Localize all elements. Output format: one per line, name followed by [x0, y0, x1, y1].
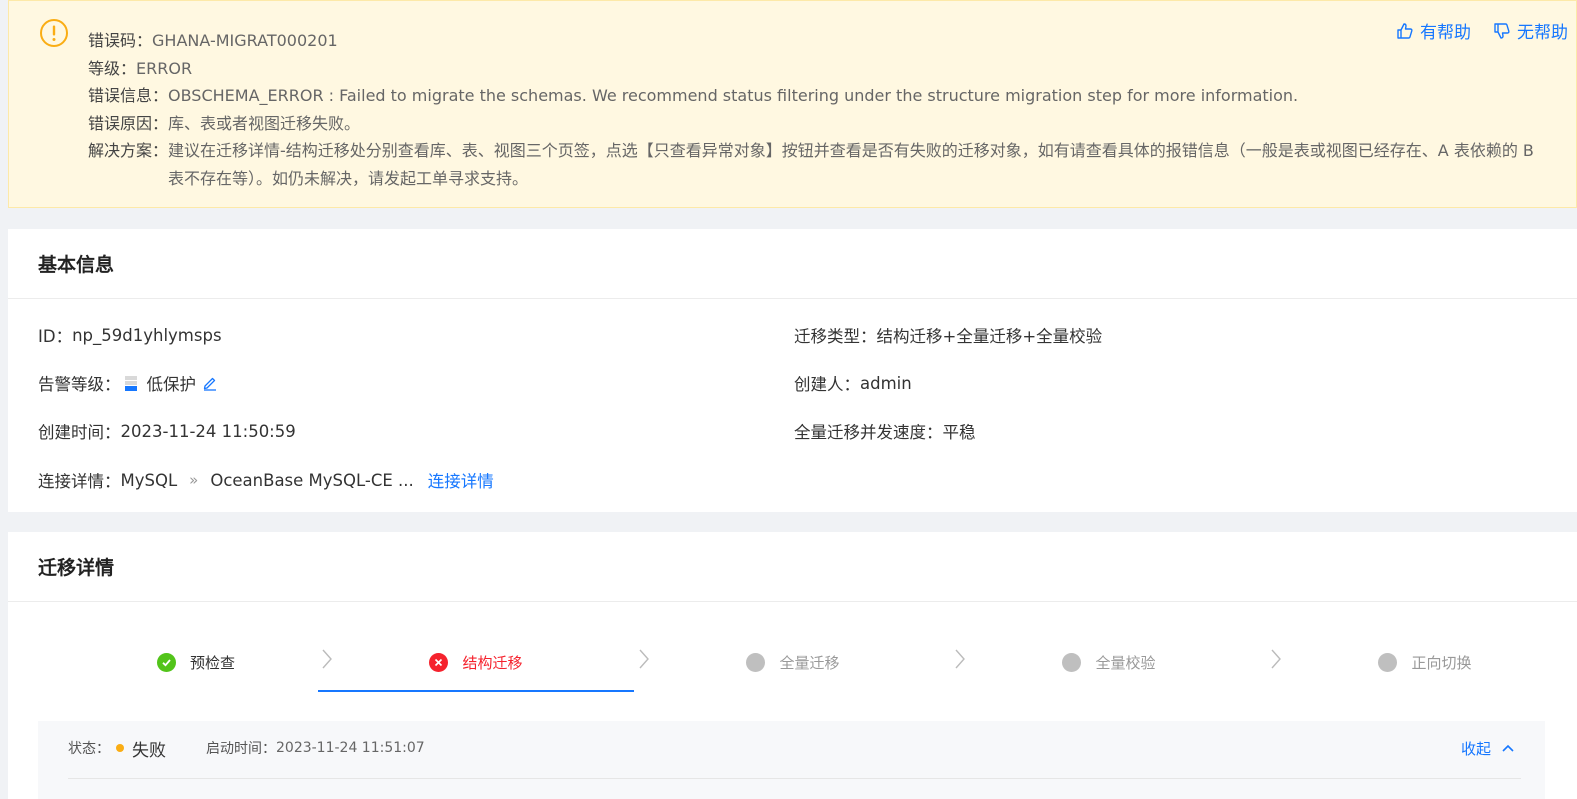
pending-icon: [746, 652, 766, 672]
chevron-up-icon: [1502, 744, 1514, 752]
creator-field: 创建人： admin: [794, 371, 912, 395]
id-field: ID： np_59d1yhlymsps: [38, 323, 222, 347]
error-code-row: 错误码： GHANA-MIGRAT000201: [88, 27, 1552, 55]
status-label: 状态：: [68, 741, 110, 757]
collapse-label: 收起: [1460, 739, 1491, 758]
helpful-label: 有帮助: [1420, 23, 1471, 43]
error-solution-label: 解决方案：: [88, 141, 169, 160]
connection-source: MySQL: [120, 470, 178, 490]
error-code-label: 错误码：: [88, 31, 153, 50]
divider: [68, 778, 1521, 779]
step-full-verification[interactable]: 全量校验: [951, 632, 1267, 692]
start-time-label: 启动时间：: [206, 741, 276, 757]
error-alert: 错误码： GHANA-MIGRAT000201 等级： ERROR 错误信息： …: [8, 0, 1577, 208]
error-reason-row: 错误原因： 库、表或者视图迁移失败。: [88, 110, 1552, 138]
migration-detail-title: 迁移详情: [8, 532, 1577, 602]
error-message-label: 错误信息：: [88, 86, 169, 105]
error-solution-value: 建议在迁移详情-结构迁移处分别查看库、表、视图三个页签，点选【只查看异常对象】按…: [168, 141, 1534, 188]
error-solution-row: 解决方案： 建议在迁移详情-结构迁移处分别查看库、表、视图三个页签，点选【只查看…: [88, 137, 1552, 192]
error-message-value: OBSCHEMA_ERROR : Failed to migrate the s…: [168, 86, 1299, 105]
warning-icon: [40, 19, 68, 47]
connection-target: OceanBase MySQL-CE ...: [210, 470, 414, 490]
id-label: ID：: [38, 327, 73, 346]
basic-info-title: 基本信息: [8, 229, 1577, 299]
step-precheck[interactable]: 预检查: [38, 632, 354, 692]
migration-type-label: 迁移类型：: [794, 327, 877, 346]
feedback-group: 有帮助 无帮助: [1396, 18, 1568, 43]
error-reason-value: 库、表或者视图迁移失败。: [168, 113, 361, 133]
created-time-value: 2023-11-24 11:50:59: [120, 421, 296, 441]
created-time-field: 创建时间： 2023-11-24 11:50:59: [38, 419, 296, 443]
step-schema-migration[interactable]: 结构迁移: [318, 632, 634, 692]
step-forward-switchover[interactable]: 正向切换: [1267, 632, 1577, 692]
id-value: np_59d1yhlymsps: [72, 325, 222, 345]
migration-type-value: 结构迁移+全量迁移+全量校验: [876, 327, 1103, 346]
connection-details-link[interactable]: 连接详情: [428, 468, 494, 492]
pending-icon: [1062, 652, 1082, 672]
start-time-value: 2023-11-24 11:51:07: [276, 740, 425, 756]
error-level-value: ERROR: [136, 58, 193, 78]
concurrency-speed-field: 全量迁移并发速度： 平稳: [794, 419, 976, 443]
step-label: 预检查: [189, 653, 235, 672]
creator-value: admin: [860, 373, 912, 393]
pending-icon: [1378, 652, 1398, 672]
step-label: 全量校验: [1095, 653, 1156, 672]
not-helpful-button[interactable]: 无帮助: [1493, 18, 1568, 43]
alarm-level-label: 告警等级：: [38, 375, 121, 394]
migration-type-field: 迁移类型： 结构迁移+全量迁移+全量校验: [794, 323, 1102, 347]
helpful-button[interactable]: 有帮助: [1396, 18, 1471, 43]
created-time-label: 创建时间：: [38, 423, 121, 442]
step-label: 正向切换: [1411, 653, 1472, 672]
thumbs-up-icon: [1397, 22, 1413, 39]
check-icon: [156, 652, 176, 672]
not-helpful-label: 无帮助: [1517, 23, 1568, 43]
step-label: 结构迁移: [462, 653, 523, 672]
step-full-migration[interactable]: 全量迁移: [635, 632, 951, 692]
status-dot-icon: [116, 744, 124, 752]
double-chevron-right-icon: »: [189, 471, 199, 489]
status-panel: 状态： 失败 启动时间： 2023-11-24 11:51:07 收起: [38, 721, 1545, 799]
error-level-row: 等级： ERROR: [88, 55, 1552, 83]
status-row: 状态： 失败 启动时间： 2023-11-24 11:51:07: [68, 735, 425, 761]
alarm-level-field: 告警等级： 低保护: [38, 371, 218, 395]
edit-icon[interactable]: [202, 375, 218, 391]
thumbs-down-icon: [1494, 22, 1510, 39]
error-level-label: 等级：: [88, 58, 137, 78]
error-code-value: GHANA-MIGRAT000201: [152, 31, 338, 50]
migration-steps: 预检查 结构迁移 全量迁移 全量校验 正向切换: [38, 632, 1577, 692]
error-reason-label: 错误原因：: [88, 113, 169, 133]
alert-details: 错误码： GHANA-MIGRAT000201 等级： ERROR 错误信息： …: [88, 27, 1552, 192]
error-message-row: 错误信息： OBSCHEMA_ERROR : Failed to migrate…: [88, 82, 1552, 110]
connection-field: 连接详情： MySQL » OceanBase MySQL-CE ... 连接详…: [38, 468, 494, 492]
step-label: 全量迁移: [779, 653, 840, 672]
collapse-button[interactable]: 收起: [1461, 735, 1515, 761]
creator-label: 创建人：: [794, 375, 860, 394]
status-value: 失败: [132, 740, 166, 761]
concurrency-speed-label: 全量迁移并发速度：: [794, 423, 943, 442]
concurrency-speed-value: 平稳: [942, 423, 976, 442]
error-icon: [429, 652, 449, 672]
migration-detail-card: 迁移详情 预检查 结构迁移 全量迁移 全量校验 正向切换 状态： 失败 启动时间…: [8, 532, 1577, 799]
alarm-level-icon: [124, 375, 137, 391]
alarm-level-value: 低保护: [146, 375, 197, 394]
basic-info-card: 基本信息 ID： np_59d1yhlymsps 告警等级： 低保护 创建时间：…: [8, 229, 1577, 512]
connection-label: 连接详情：: [38, 472, 121, 491]
